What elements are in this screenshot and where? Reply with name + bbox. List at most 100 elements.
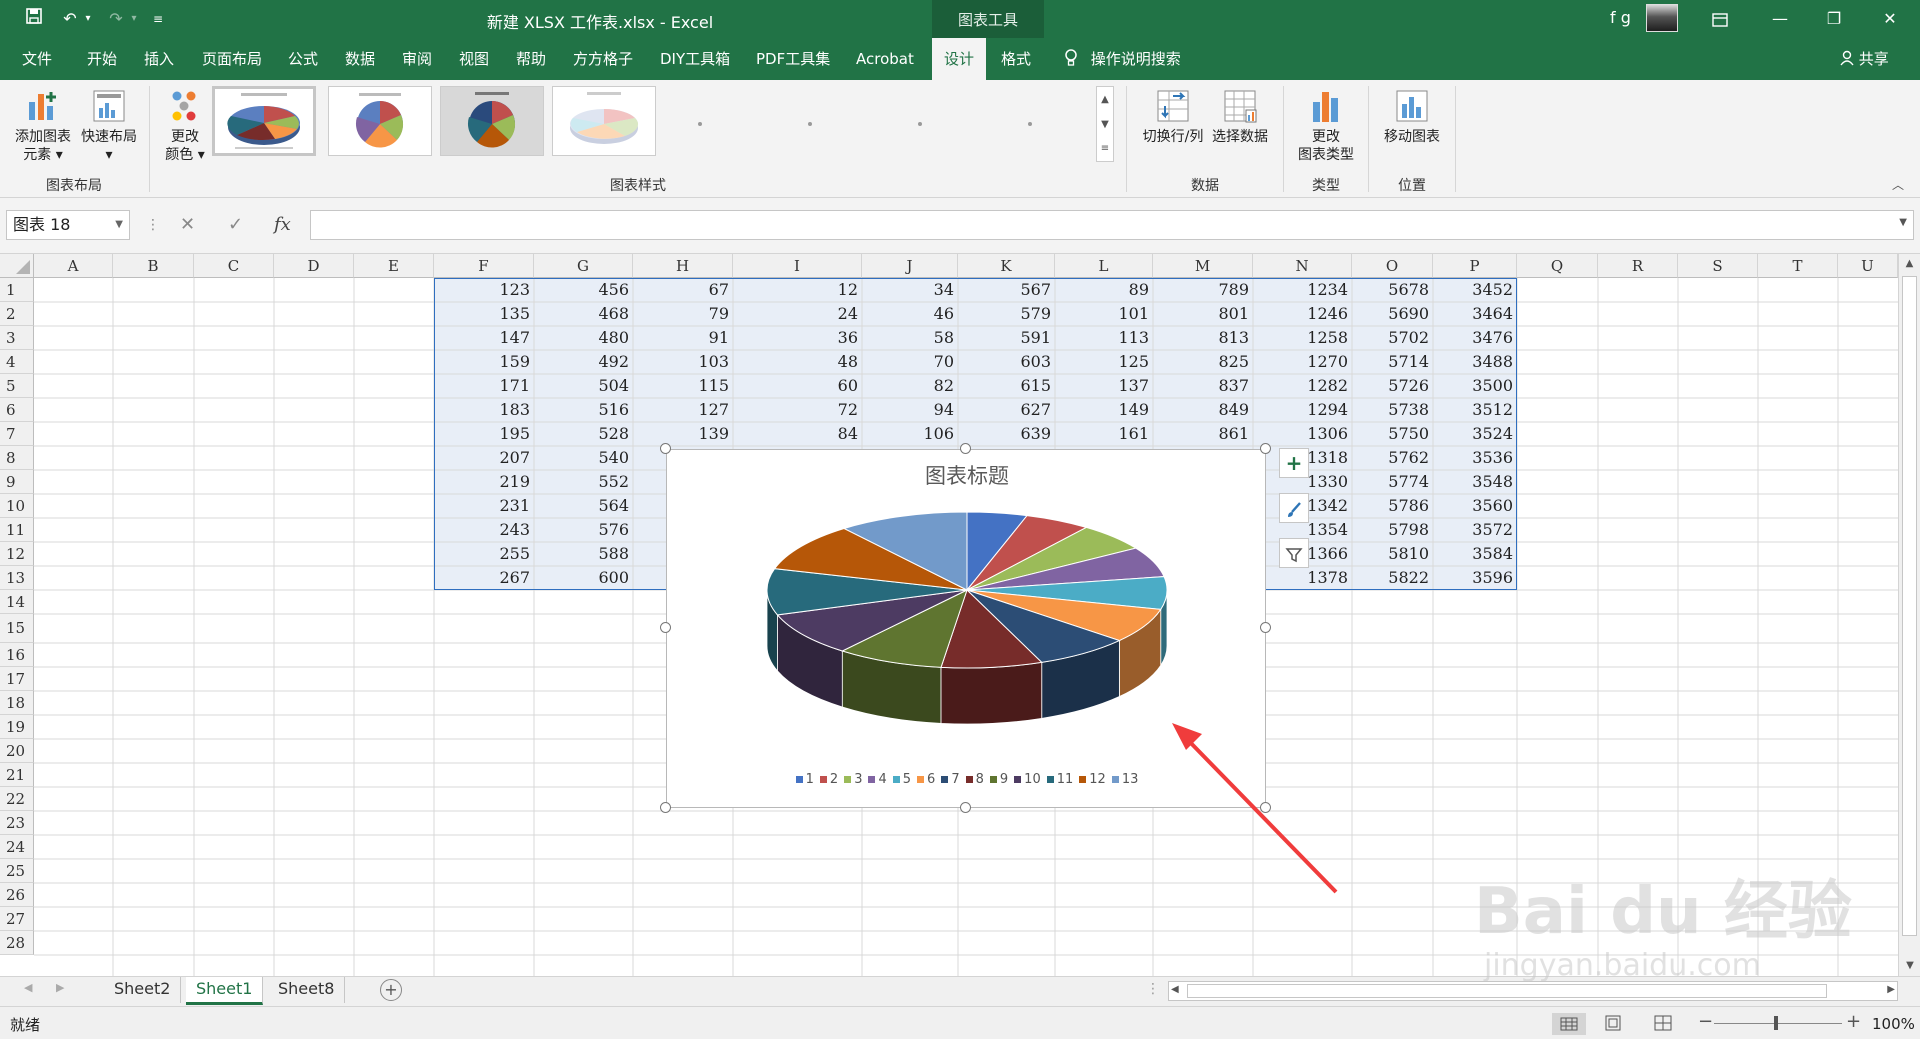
row-header-21[interactable]: 21: [0, 763, 34, 787]
cell-f4[interactable]: 159: [434, 350, 534, 374]
zoom-in-icon[interactable]: +: [1846, 1011, 1861, 1032]
cell-l4[interactable]: 125: [1055, 350, 1153, 374]
legend-item-10[interactable]: 10: [1014, 772, 1041, 787]
name-box-dropdown-icon[interactable]: ▼: [115, 211, 123, 239]
pie-plot-area[interactable]: [667, 450, 1267, 809]
cell-i2[interactable]: 24: [733, 302, 862, 326]
gallery-down-icon[interactable]: ▼: [1097, 112, 1113, 137]
customize-toolbar-icon[interactable]: ≡: [146, 7, 170, 31]
cell-o10[interactable]: 5786: [1352, 494, 1433, 518]
cell-i3[interactable]: 36: [733, 326, 862, 350]
row-header-3[interactable]: 3: [0, 326, 34, 350]
cell-f10[interactable]: 231: [434, 494, 534, 518]
legend-item-12[interactable]: 12: [1079, 772, 1106, 787]
column-header-b[interactable]: B: [113, 254, 194, 278]
change-chart-type-button[interactable]: 更改 图表类型: [1290, 88, 1362, 164]
cell-o11[interactable]: 5798: [1352, 518, 1433, 542]
chart-style-2[interactable]: [328, 86, 432, 156]
column-header-r[interactable]: R: [1598, 254, 1678, 278]
gallery-up-icon[interactable]: ▲: [1097, 87, 1113, 112]
change-colors-button[interactable]: 更改 颜色 ▾: [158, 88, 212, 164]
tab-fangfang[interactable]: 方方格子: [573, 38, 633, 80]
resize-handle-right[interactable]: [1260, 622, 1271, 633]
horizontal-scrollbar[interactable]: ◀ ▶: [1168, 981, 1898, 1001]
row-header-23[interactable]: 23: [0, 811, 34, 835]
resize-handle-bottom-left[interactable]: [660, 802, 671, 813]
column-header-m[interactable]: M: [1153, 254, 1253, 278]
cell-p12[interactable]: 3584: [1433, 542, 1517, 566]
expand-formula-icon[interactable]: ▼: [1899, 217, 1907, 228]
column-header-s[interactable]: S: [1678, 254, 1758, 278]
resize-handle-top-left[interactable]: [660, 443, 671, 454]
cell-p7[interactable]: 3524: [1433, 422, 1517, 446]
cell-p4[interactable]: 3488: [1433, 350, 1517, 374]
row-header-25[interactable]: 25: [0, 859, 34, 883]
add-chart-element-button[interactable]: 添加图表 元素 ▾: [10, 88, 76, 164]
cell-n1[interactable]: 1234: [1253, 278, 1352, 302]
tab-data[interactable]: 数据: [345, 38, 375, 80]
cell-j4[interactable]: 70: [862, 350, 958, 374]
cell-j2[interactable]: 46: [862, 302, 958, 326]
cell-l7[interactable]: 161: [1055, 422, 1153, 446]
scroll-up-icon[interactable]: ▲: [1899, 254, 1920, 274]
cell-h6[interactable]: 127: [633, 398, 733, 422]
ribbon-display-icon[interactable]: [1692, 0, 1748, 38]
tell-me-search[interactable]: 操作说明搜索: [1064, 38, 1181, 80]
tab-review[interactable]: 审阅: [402, 38, 432, 80]
cell-h5[interactable]: 115: [633, 374, 733, 398]
cell-f7[interactable]: 195: [434, 422, 534, 446]
tab-file[interactable]: 文件: [22, 38, 52, 80]
column-header-n[interactable]: N: [1253, 254, 1352, 278]
row-header-2[interactable]: 2: [0, 302, 34, 326]
cell-h2[interactable]: 79: [633, 302, 733, 326]
resize-handle-top-right[interactable]: [1260, 443, 1271, 454]
cell-g13[interactable]: 600: [534, 566, 633, 590]
cell-g11[interactable]: 576: [534, 518, 633, 542]
chart-style-7[interactable]: [918, 122, 922, 126]
row-header-26[interactable]: 26: [0, 883, 34, 907]
cell-h7[interactable]: 139: [633, 422, 733, 446]
tab-split-handle[interactable]: ⋮: [1146, 981, 1160, 997]
cell-j1[interactable]: 34: [862, 278, 958, 302]
row-header-1[interactable]: 1: [0, 278, 34, 302]
row-header-20[interactable]: 20: [0, 739, 34, 763]
column-header-h[interactable]: H: [633, 254, 733, 278]
cell-m6[interactable]: 849: [1153, 398, 1253, 422]
resize-handle-top[interactable]: [960, 443, 971, 454]
cell-m7[interactable]: 861: [1153, 422, 1253, 446]
chart-style-5[interactable]: [698, 122, 702, 126]
column-header-e[interactable]: E: [354, 254, 434, 278]
row-header-8[interactable]: 8: [0, 446, 34, 470]
cell-o3[interactable]: 5702: [1352, 326, 1433, 350]
column-header-i[interactable]: I: [733, 254, 862, 278]
cell-n2[interactable]: 1246: [1253, 302, 1352, 326]
cell-f2[interactable]: 135: [434, 302, 534, 326]
select-data-button[interactable]: 选择数据: [1208, 88, 1272, 146]
scroll-down-icon[interactable]: ▼: [1899, 956, 1920, 976]
legend-item-13[interactable]: 13: [1111, 772, 1138, 787]
cell-m1[interactable]: 789: [1153, 278, 1253, 302]
cell-n4[interactable]: 1270: [1253, 350, 1352, 374]
tab-insert[interactable]: 插入: [144, 38, 174, 80]
cell-k1[interactable]: 567: [958, 278, 1055, 302]
chart-style-3[interactable]: [440, 86, 544, 156]
tab-acrobat[interactable]: Acrobat: [856, 38, 914, 80]
zoom-slider-track[interactable]: [1714, 1023, 1842, 1024]
sheet-tab-sheet8[interactable]: Sheet8: [268, 977, 346, 1003]
row-header-17[interactable]: 17: [0, 667, 34, 691]
vertical-scroll-thumb[interactable]: [1902, 276, 1917, 936]
cell-o12[interactable]: 5810: [1352, 542, 1433, 566]
cell-k6[interactable]: 627: [958, 398, 1055, 422]
chart-styles-brush-icon[interactable]: [1279, 493, 1309, 523]
column-header-f[interactable]: F: [434, 254, 534, 278]
resize-handle-bottom[interactable]: [960, 802, 971, 813]
legend-item-3[interactable]: 3: [844, 772, 862, 787]
chart-style-6[interactable]: [808, 122, 812, 126]
cell-k2[interactable]: 579: [958, 302, 1055, 326]
add-sheet-icon[interactable]: +: [380, 979, 402, 1001]
legend-item-6[interactable]: 6: [917, 772, 935, 787]
cell-o13[interactable]: 5822: [1352, 566, 1433, 590]
cell-i7[interactable]: 84: [733, 422, 862, 446]
tab-view[interactable]: 视图: [459, 38, 489, 80]
minimize-icon[interactable]: —: [1752, 0, 1808, 38]
